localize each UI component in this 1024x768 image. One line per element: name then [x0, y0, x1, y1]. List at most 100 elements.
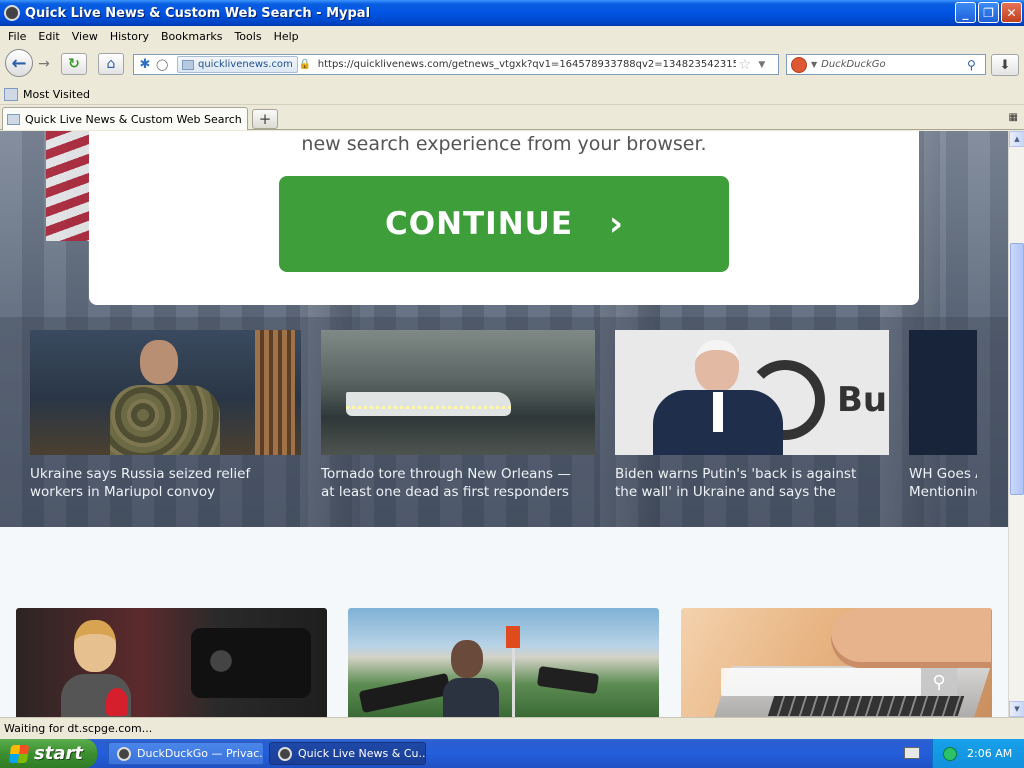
chevron-right-icon: ›	[609, 204, 624, 244]
home-icon: ⌂	[106, 56, 116, 72]
person-head	[140, 340, 178, 384]
tab-quick-live-news[interactable]: Quick Live News & Custom Web Search	[2, 107, 248, 130]
close-button[interactable]: ✕	[1001, 2, 1022, 23]
continue-label: CONTINUE	[384, 206, 573, 242]
menu-help[interactable]: Help	[268, 30, 305, 43]
bookmark-folder-icon	[4, 87, 18, 101]
person-head	[695, 340, 739, 392]
news-card[interactable]: Ukraine says Russia seized relief worker…	[30, 330, 301, 501]
window-controls: _ ❐ ✕	[955, 2, 1022, 23]
maximize-button[interactable]: ❐	[978, 2, 999, 23]
camera-lens-shape	[196, 636, 246, 686]
navigation-toolbar: ← → ↻ ⌂ ✱ ◯ quicklivenews.com 🔒 https://…	[0, 46, 1024, 82]
camera-lens-shape	[536, 665, 600, 695]
cruise-ship-shape	[346, 392, 511, 416]
vertical-scrollbar[interactable]: ▲ ▼	[1008, 131, 1024, 717]
tab-list-icon[interactable]: ▦	[1009, 112, 1018, 123]
logo-text: Bu	[837, 380, 888, 420]
magnifier-icon: ⚲	[921, 668, 957, 696]
start-button[interactable]: start	[0, 739, 97, 768]
article-card-photographers[interactable]	[348, 608, 659, 717]
scroll-down-arrow-icon[interactable]: ▼	[1009, 701, 1024, 717]
new-tab-button[interactable]: +	[252, 109, 278, 129]
person-body	[443, 678, 499, 717]
microphone-shape	[106, 688, 128, 716]
person-head	[451, 640, 483, 678]
url-dropdown-icon[interactable]: ▼	[754, 60, 770, 70]
news-thumbnail	[321, 330, 595, 455]
shield-icon[interactable]: ◯	[156, 58, 174, 71]
news-headline-line1: WH Goes After	[909, 466, 977, 482]
address-bar[interactable]: ✱ ◯ quicklivenews.com 🔒 https://quickliv…	[133, 54, 779, 75]
status-bar: Waiting for dt.scpge.com...	[0, 717, 1024, 739]
page-content: new search experience from your browser.…	[0, 131, 1008, 717]
taskbar-item-quick-live-news[interactable]: Quick Live News & Cu...	[269, 742, 426, 765]
flag-image	[46, 131, 90, 241]
taskbar-item-label: DuckDuckGo — Privac...	[137, 747, 264, 760]
minimize-button[interactable]: _	[955, 2, 976, 23]
bookmark-star-icon[interactable]: ☆	[736, 57, 754, 73]
keyboard-icon[interactable]	[904, 747, 920, 759]
menu-history[interactable]: History	[104, 30, 155, 43]
start-label: start	[34, 743, 83, 764]
news-headline-line1: Biden warns Putin's 'back is against	[615, 466, 857, 482]
menu-bookmarks[interactable]: Bookmarks	[155, 30, 228, 43]
page-favicon-icon	[7, 113, 20, 125]
site-identity-button[interactable]: quicklivenews.com	[177, 56, 298, 73]
globe-icon	[182, 59, 194, 70]
continue-button[interactable]: CONTINUE ›	[279, 176, 729, 272]
news-card[interactable]: Bu Biden warns Putin's 'back is against …	[615, 330, 889, 501]
system-tray: 2:06 AM	[932, 739, 1024, 768]
windows-logo-icon	[8, 744, 30, 763]
duckduckgo-icon[interactable]	[791, 56, 807, 73]
news-card[interactable]: Tornado tore through New Orleans — at le…	[321, 330, 595, 501]
forward-button[interactable]: →	[34, 55, 54, 73]
news-headline-line2: workers in Mariupol convoy	[30, 484, 216, 500]
home-button[interactable]: ⌂	[98, 53, 124, 75]
news-card[interactable]: WH Goes After Mentioning	[909, 330, 977, 501]
addon-puzzle-icon[interactable]: ✱	[134, 55, 156, 74]
photographer-figure	[443, 640, 499, 717]
plus-icon: +	[258, 110, 272, 128]
person-body	[110, 385, 220, 455]
news-thumbnail	[909, 330, 977, 455]
news-headline-line1: Tornado tore through New Orleans —	[321, 466, 571, 482]
install-prompt-panel: new search experience from your browser.…	[89, 131, 919, 305]
network-icon[interactable]	[943, 746, 957, 761]
search-icon[interactable]: ⚲	[967, 58, 985, 72]
status-text: Waiting for dt.scpge.com...	[4, 722, 153, 735]
menu-edit[interactable]: Edit	[32, 30, 65, 43]
news-carousel: Ukraine says Russia seized relief worker…	[0, 317, 1008, 527]
lock-icon: 🔒	[298, 59, 312, 70]
tab-label: Quick Live News & Custom Web Search	[25, 112, 242, 126]
news-headline-line2: at least one dead as first responders	[321, 484, 569, 500]
tab-bar: Quick Live News & Custom Web Search + ▦	[0, 106, 1024, 130]
menu-view[interactable]: View	[66, 30, 104, 43]
menu-file[interactable]: File	[2, 30, 32, 43]
article-card-reporter[interactable]	[16, 608, 327, 717]
menu-bar: File Edit View History Bookmarks Tools H…	[0, 26, 1024, 46]
scrollbar-thumb[interactable]	[1010, 243, 1024, 495]
scroll-up-arrow-icon[interactable]: ▲	[1009, 131, 1024, 147]
downloads-button[interactable]: ⬇	[991, 54, 1019, 76]
search-bar[interactable]: ▼ DuckDuckGo ⚲	[786, 54, 986, 75]
person-shirt	[713, 392, 723, 432]
reload-button[interactable]: ↻	[61, 53, 87, 75]
menu-tools[interactable]: Tools	[228, 30, 267, 43]
mypal-app-icon	[278, 746, 292, 761]
news-headline-line2: the wall' in Ukraine and says the	[615, 484, 836, 500]
download-arrow-icon: ⬇	[999, 57, 1011, 73]
site-identity-label: quicklivenews.com	[198, 59, 293, 70]
search-engine-dropdown-icon[interactable]: ▼	[811, 60, 817, 69]
back-button[interactable]: ←	[5, 49, 33, 77]
window-title: Quick Live News & Custom Web Search - My…	[25, 5, 371, 21]
pennant-shape	[506, 626, 520, 648]
search-input[interactable]: DuckDuckGo	[821, 59, 967, 70]
thumbnail-detail	[255, 330, 295, 455]
taskbar-item-duckduckgo[interactable]: DuckDuckGo — Privac...	[108, 742, 264, 765]
clock[interactable]: 2:06 AM	[967, 747, 1012, 760]
back-arrow-icon: ←	[11, 52, 27, 74]
url-text[interactable]: https://quicklivenews.com/getnews_vtgxk?…	[318, 59, 736, 70]
bookmark-most-visited[interactable]: Most Visited	[23, 88, 90, 101]
article-card-search[interactable]: ⚲	[681, 608, 992, 717]
